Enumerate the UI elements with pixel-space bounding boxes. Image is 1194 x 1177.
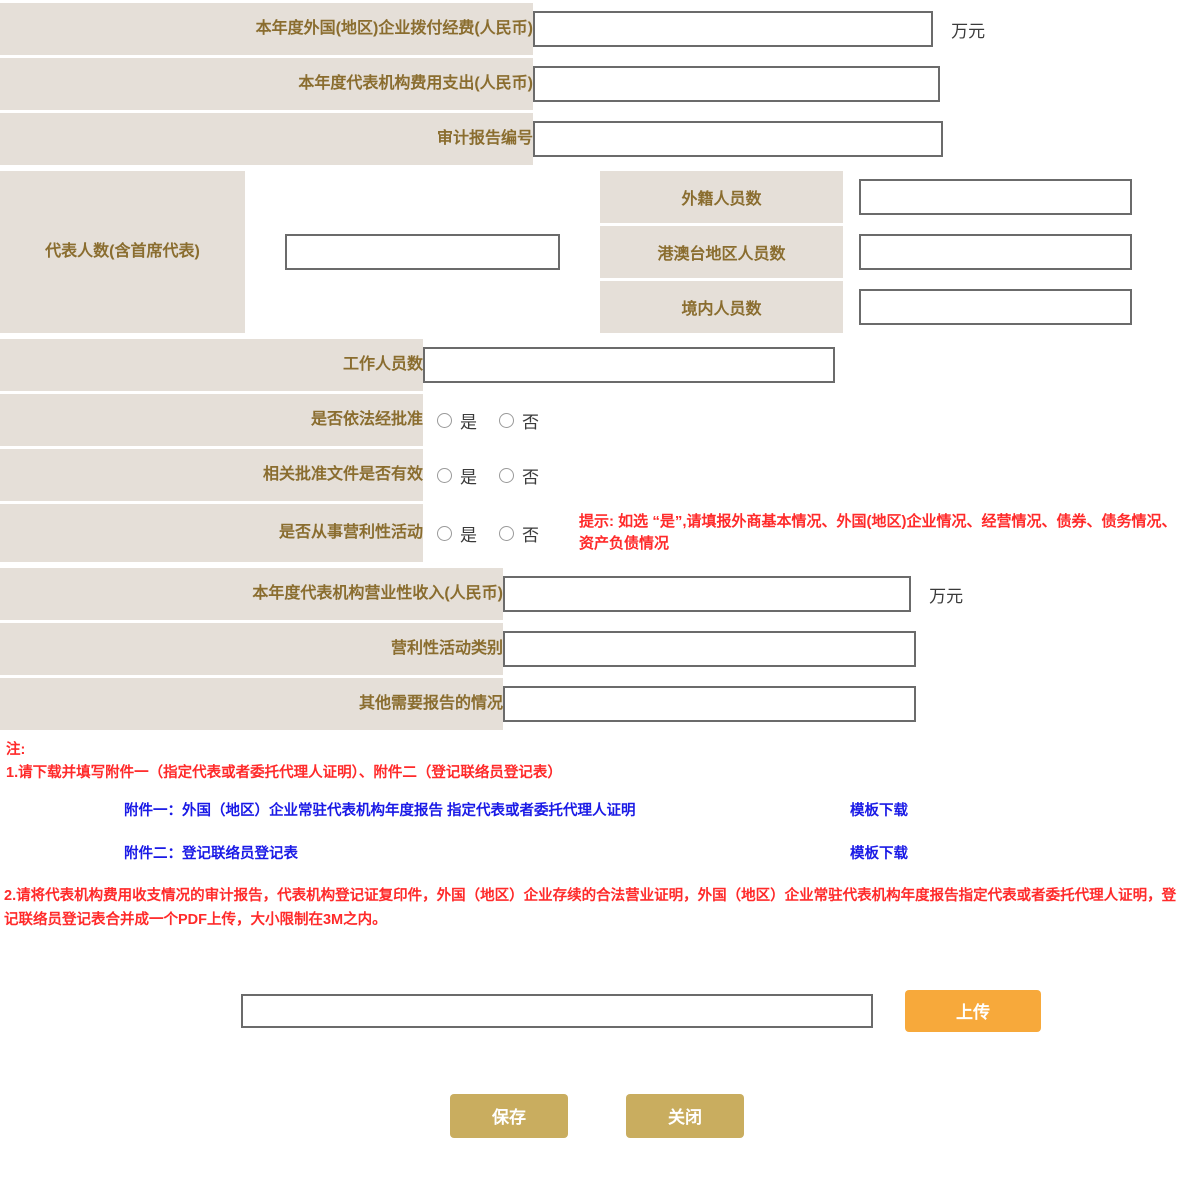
label-profit-activity-type: 营利性活动类别 xyxy=(0,623,503,675)
foreign-funding-input[interactable] xyxy=(533,11,933,47)
audit-report-no-input[interactable] xyxy=(533,121,943,157)
profit-activity-hint: 提示: 如选 “是”,请填报外商基本情况、外国(地区)企业情况、经营情况、债券、… xyxy=(579,513,1177,552)
note-1: 1.请下载并填写附件一（指定代表或者委托代理人证明）、附件二（登记联络员登记表） xyxy=(6,765,562,782)
cell-business-income: 万元 xyxy=(503,568,1194,620)
table-row: 本年度代表机构费用支出(人民币) xyxy=(0,58,1194,110)
other-report-input[interactable] xyxy=(503,686,916,722)
unit-wanyuan-income: 万元 xyxy=(929,586,964,606)
business-income-input[interactable] xyxy=(503,576,911,612)
cell-approved-by-law: 是 否 xyxy=(423,394,1194,446)
unit-wanyuan-funding: 万元 xyxy=(951,21,986,41)
label-staff-count: 工作人员数 xyxy=(0,339,423,391)
radio-group-profit-activity: 是 否 提示: 如选 “是”,请填报外商基本情况、外国(地区)企业情况、经营情况… xyxy=(423,511,1194,555)
label-approved-by-law: 是否依法经批准 xyxy=(0,394,423,446)
form-table-top: 本年度外国(地区)企业拨付经费(人民币) 万元 本年度代表机构费用支出(人民币)… xyxy=(0,0,1194,168)
cell-rep-office-expense xyxy=(533,58,1194,110)
radio-circle-icon xyxy=(499,525,514,541)
radio-approval-doc-valid-no[interactable]: 否 xyxy=(499,463,539,488)
table-row: 是否从事营利性活动 是 否 提示: 如选 “是”,请填报外商基本情况、外国(地区… xyxy=(0,504,1194,562)
label-foreign-funding: 本年度外国(地区)企业拨付经费(人民币) xyxy=(0,3,533,55)
save-button[interactable]: 保存 xyxy=(450,1093,568,1138)
profit-activity-type-input[interactable] xyxy=(503,631,916,667)
radio-label: 否 xyxy=(522,412,539,432)
radio-label: 否 xyxy=(522,525,539,545)
cell-profit-activity-type xyxy=(503,623,1194,675)
foreign-staff-count-input[interactable] xyxy=(859,179,1132,215)
radio-approved-by-law-no[interactable]: 否 xyxy=(499,408,539,433)
label-audit-report-no: 审计报告编号 xyxy=(0,113,533,165)
radio-approved-by-law-yes[interactable]: 是 xyxy=(437,408,477,433)
table-row: 境内人员数 xyxy=(600,281,1194,333)
label-rep-office-expense: 本年度代表机构费用支出(人民币) xyxy=(0,58,533,110)
table-row: 工作人员数 xyxy=(0,339,1194,391)
cell-audit-report-no xyxy=(533,113,1194,165)
footer-buttons: 保存 关闭 xyxy=(0,1093,1194,1138)
upload-file-input[interactable] xyxy=(241,993,873,1028)
radio-circle-icon xyxy=(499,412,514,428)
table-row: 本年度代表机构营业性收入(人民币) 万元 xyxy=(0,568,1194,620)
attachment-2-download-link[interactable]: 模板下载 xyxy=(850,842,908,863)
label-domestic-staff-count: 境内人员数 xyxy=(600,281,843,333)
notes-heading: 注: xyxy=(6,742,26,758)
table-row: 其他需要报告的情况 xyxy=(0,678,1194,730)
upload-row: 上传 xyxy=(0,989,1194,1032)
radio-circle-icon xyxy=(437,467,452,483)
table-row: 审计报告编号 xyxy=(0,113,1194,165)
form-table-bottom: 本年度代表机构营业性收入(人民币) 万元 营利性活动类别 其他需要报告的情况 xyxy=(0,565,1194,733)
radio-circle-icon xyxy=(437,525,452,541)
label-hmt-staff-count: 港澳台地区人员数 xyxy=(600,226,843,278)
table-row: 相关批准文件是否有效 是 否 xyxy=(0,449,1194,501)
table-row: 港澳台地区人员数 xyxy=(600,226,1194,278)
radio-profit-activity-no[interactable]: 否 xyxy=(499,521,539,546)
table-row: 是否依法经批准 是 否 xyxy=(0,394,1194,446)
radio-group-approval-doc-valid: 是 否 xyxy=(423,463,1194,488)
label-foreign-staff-count: 外籍人员数 xyxy=(600,171,843,223)
cell-foreign-funding: 万元 xyxy=(533,3,1194,55)
label-other-report: 其他需要报告的情况 xyxy=(0,678,503,730)
attachment-2-link[interactable]: 附件二：登记联络员登记表 xyxy=(124,842,298,863)
staff-count-input[interactable] xyxy=(423,347,835,383)
hmt-staff-count-input[interactable] xyxy=(859,234,1132,270)
cell-staff-count xyxy=(423,339,1194,391)
cell-profit-activity: 是 否 提示: 如选 “是”,请填报外商基本情况、外国(地区)企业情况、经营情况… xyxy=(423,504,1194,562)
label-business-income: 本年度代表机构营业性收入(人民币) xyxy=(0,568,503,620)
attachment-1-link[interactable]: 附件一：外国（地区）企业常驻代表机构年度报告 指定代表或者委托代理人证明 xyxy=(124,799,636,820)
table-row: 外籍人员数 xyxy=(600,171,1194,223)
radio-label: 否 xyxy=(522,467,539,487)
radio-circle-icon xyxy=(499,467,514,483)
cell-other-report xyxy=(503,678,1194,730)
label-approval-doc-valid: 相关批准文件是否有效 xyxy=(0,449,423,501)
attachment-row-1: 附件一：外国（地区）企业常驻代表机构年度报告 指定代表或者委托代理人证明 模板下… xyxy=(0,799,1194,820)
radio-group-approved-by-law: 是 否 xyxy=(423,408,1194,433)
domestic-staff-count-input[interactable] xyxy=(859,289,1132,325)
label-profit-activity: 是否从事营利性活动 xyxy=(0,504,423,562)
cell-foreign-staff-count xyxy=(843,171,1194,223)
cell-hmt-staff-count xyxy=(843,226,1194,278)
close-button[interactable]: 关闭 xyxy=(626,1093,744,1138)
radio-label: 是 xyxy=(460,467,477,487)
representative-subrows: 外籍人员数 港澳台地区人员数 境内人员数 xyxy=(600,171,1194,333)
radio-label: 是 xyxy=(460,412,477,432)
radio-circle-icon xyxy=(437,412,452,428)
label-representative-count: 代表人数(含首席代表) xyxy=(0,171,245,333)
table-row: 本年度外国(地区)企业拨付经费(人民币) 万元 xyxy=(0,3,1194,55)
radio-label: 是 xyxy=(460,525,477,545)
upload-button[interactable]: 上传 xyxy=(905,989,1041,1032)
note-2: 2.请将代表机构费用收支情况的审计报告，代表机构登记证复印件，外国（地区）企业存… xyxy=(4,888,1177,928)
representative-count-input[interactable] xyxy=(285,234,560,270)
attachment-row-2: 附件二：登记联络员登记表 模板下载 xyxy=(0,842,1194,863)
attachment-1-download-link[interactable]: 模板下载 xyxy=(850,799,908,820)
table-row: 营利性活动类别 xyxy=(0,623,1194,675)
radio-profit-activity-yes[interactable]: 是 xyxy=(437,521,477,546)
cell-representative-count xyxy=(245,171,600,333)
notes-section: 注: 1.请下载并填写附件一（指定代表或者委托代理人证明）、附件二（登记联络员登… xyxy=(0,733,1194,785)
representative-count-block: 代表人数(含首席代表) 外籍人员数 港澳台地区人员数 境内人员数 xyxy=(0,171,1194,333)
form-table-middle: 工作人员数 是否依法经批准 是 否 相关批准文件是否有效 是 否 是否从事营利性… xyxy=(0,336,1194,565)
rep-office-expense-input[interactable] xyxy=(533,66,940,102)
cell-domestic-staff-count xyxy=(843,281,1194,333)
radio-approval-doc-valid-yes[interactable]: 是 xyxy=(437,463,477,488)
cell-approval-doc-valid: 是 否 xyxy=(423,449,1194,501)
